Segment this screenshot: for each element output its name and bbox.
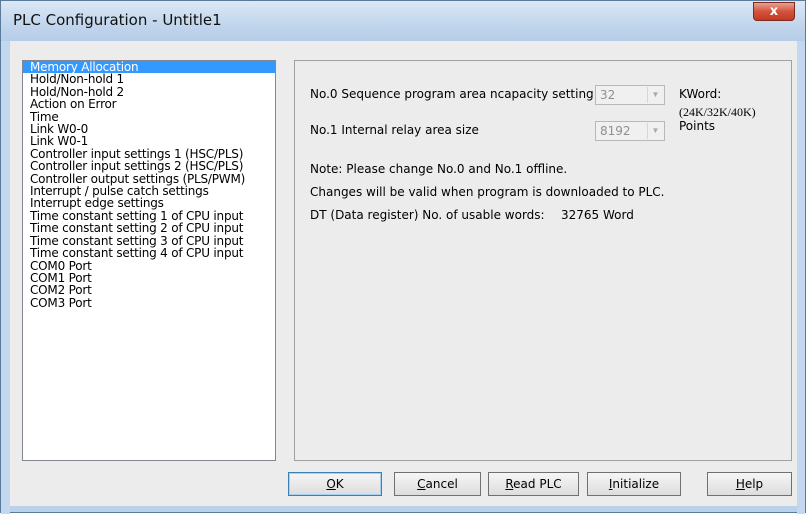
close-button[interactable]: x bbox=[753, 2, 795, 21]
memory-allocation-panel: No.0 Sequence program area ncapacity set… bbox=[294, 60, 792, 461]
initialize-button[interactable]: Initialize bbox=[587, 472, 681, 496]
cancel-button[interactable]: Cancel bbox=[394, 472, 481, 496]
sidebar-item-link-w0-1[interactable]: Link W0-1 bbox=[23, 135, 275, 148]
sidebar-item-hold-non-hold-1[interactable]: Hold/Non-hold 1 bbox=[23, 73, 275, 86]
dt-usable-words-value: 32765 Word bbox=[561, 208, 634, 222]
initialize-label: nitialize bbox=[612, 477, 660, 491]
sidebar-item-time-constant-setting-2-of-cpu-input[interactable]: Time constant setting 2 of CPU input bbox=[23, 222, 275, 235]
help-label: elp bbox=[744, 477, 764, 491]
help-button[interactable]: Help bbox=[707, 472, 792, 496]
sequence-program-capacity-unit: KWord: bbox=[679, 87, 722, 101]
plc-configuration-window: PLC Configuration - Untitle1 x Memory Al… bbox=[0, 0, 806, 514]
ok-button[interactable]: OK bbox=[288, 472, 382, 496]
sidebar-item-action-on-error[interactable]: Action on Error bbox=[23, 98, 275, 111]
window-title: PLC Configuration - Untitle1 bbox=[13, 11, 222, 29]
sidebar-item-com2-port[interactable]: COM2 Port bbox=[23, 284, 275, 297]
sidebar-item-com3-port[interactable]: COM3 Port bbox=[23, 296, 275, 309]
cancel-accelerator: C bbox=[417, 477, 426, 491]
sidebar-item-interrupt-edge-settings[interactable]: Interrupt edge settings bbox=[23, 197, 275, 210]
internal-relay-size-unit: Points bbox=[679, 119, 716, 133]
ok-accelerator: O bbox=[326, 477, 336, 491]
ok-label: K bbox=[335, 477, 344, 491]
download-note: Changes will be valid when program is do… bbox=[310, 185, 665, 199]
read-plc-label: ead PLC bbox=[513, 477, 562, 491]
help-accelerator: H bbox=[735, 477, 745, 491]
settings-category-list[interactable]: Memory Allocation Hold/Non-hold 1 Hold/Non… bbox=[22, 60, 276, 461]
close-icon: x bbox=[769, 4, 779, 19]
internal-relay-size-value: 8192 bbox=[600, 124, 631, 138]
title-bar[interactable]: PLC Configuration - Untitle1 x bbox=[1, 1, 805, 41]
dialog-client-area: Memory Allocation Hold/Non-hold 1 Hold/Non… bbox=[10, 41, 797, 506]
sequence-program-capacity-label: No.0 Sequence program area ncapacity set… bbox=[310, 87, 594, 101]
read-plc-button[interactable]: Read PLC bbox=[488, 472, 579, 496]
internal-relay-size-dropdown[interactable]: 8192 ▼ bbox=[595, 121, 665, 141]
sequence-program-capacity-value: 32 bbox=[600, 88, 616, 102]
offline-note: Note: Please change No.0 and No.1 offlin… bbox=[310, 162, 568, 176]
dt-usable-words-label: DT (Data register) No. of usable words: bbox=[310, 208, 545, 222]
capacity-options-hint: (24K/32K/40K) bbox=[679, 105, 756, 119]
read-plc-accelerator: R bbox=[505, 477, 514, 491]
internal-relay-size-label: No.1 Internal relay area size bbox=[310, 123, 479, 137]
chevron-down-icon: ▼ bbox=[647, 87, 663, 103]
sidebar-item-controller-input-settings-2-hsc-pls[interactable]: Controller input settings 2 (HSC/PLS) bbox=[23, 160, 275, 173]
window-left-border bbox=[1, 41, 10, 514]
sequence-program-capacity-dropdown[interactable]: 32 ▼ bbox=[595, 85, 665, 105]
sidebar-item-time-constant-setting-4-of-cpu-input[interactable]: Time constant setting 4 of CPU input bbox=[23, 247, 275, 260]
cancel-label: ancel bbox=[425, 477, 458, 491]
window-right-border bbox=[797, 41, 805, 514]
chevron-down-icon: ▼ bbox=[647, 123, 663, 139]
